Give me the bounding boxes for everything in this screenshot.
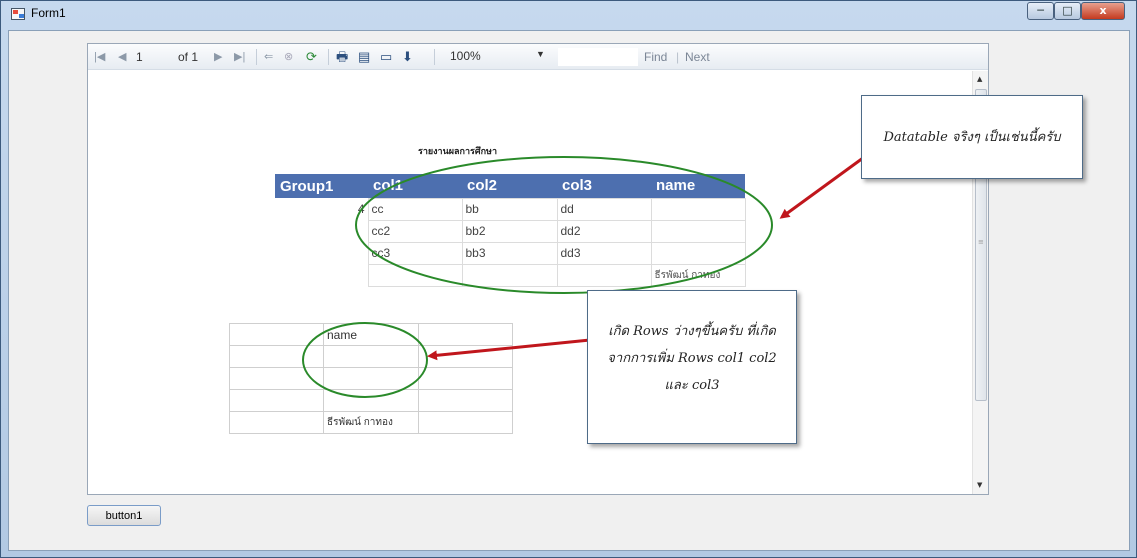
callout-empty-rows-note: เกิด Rows ว่างๆขึ้นครับ ที่เกิด จากการเพ… (587, 290, 797, 444)
highlight-ellipse-empty-rows (302, 322, 428, 398)
callout-datatable-note: Datatable จริงๆ เป็นเช่นนี้ครับ (861, 95, 1083, 179)
callout-line: เกิด Rows ว่างๆขึ้นครับ ที่เกิด (608, 324, 776, 339)
callout-line: จากการเพิ่ม Rows col1 col2 (607, 351, 777, 366)
highlight-ellipse-datatable (355, 156, 773, 294)
callout-line: และ col3 (664, 378, 720, 393)
annotation-overlay (302, 156, 864, 398)
annotation-arrow (779, 156, 864, 219)
annotation-arrow (427, 338, 591, 361)
